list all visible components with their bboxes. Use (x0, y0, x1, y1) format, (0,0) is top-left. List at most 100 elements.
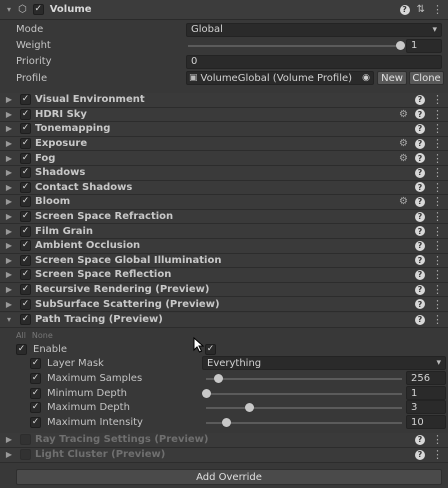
more-options-icon[interactable]: ⋮ (432, 195, 443, 208)
weight-slider-thumb[interactable] (396, 41, 405, 50)
maximum-intensity-override-checkbox[interactable]: ✓ (30, 417, 41, 428)
foldout-collapsed-icon[interactable]: ▶ (4, 110, 14, 119)
maximum-samples-override-checkbox[interactable]: ✓ (30, 373, 41, 384)
maximum-samples-slider-thumb[interactable] (213, 374, 223, 383)
help-icon[interactable]: ? (415, 94, 425, 105)
more-options-icon[interactable]: ⋮ (432, 283, 443, 296)
override-enabled-checkbox[interactable]: ✓ (20, 254, 31, 266)
override-item-8[interactable]: ▶ ✓ Screen Space Refraction? ⋮ (0, 209, 448, 225)
maximum-depth-field[interactable]: 3 (406, 400, 446, 414)
minimum-depth-field[interactable]: 1 (406, 386, 446, 400)
more-options-icon[interactable]: ⋮ (432, 433, 443, 446)
help-icon[interactable]: ? (415, 138, 425, 149)
more-options-icon[interactable]: ⋮ (432, 448, 443, 461)
foldout-collapsed-icon[interactable]: ▶ (4, 300, 14, 309)
more-options-icon[interactable]: ⋮ (432, 93, 443, 106)
more-options-icon[interactable]: ⋮ (432, 166, 443, 179)
more-options-icon[interactable]: ⋮ (432, 122, 443, 135)
override-enabled-checkbox[interactable]: ✓ (20, 94, 31, 106)
help-icon[interactable]: ? (415, 284, 425, 295)
more-options-icon[interactable]: ⋮ (432, 210, 443, 223)
foldout-collapsed-icon[interactable]: ▶ (4, 435, 14, 444)
gear-icon[interactable]: ⚙ (399, 109, 408, 120)
more-options-icon[interactable]: ⋮ (432, 137, 443, 150)
preset-icon[interactable]: ⇅ (417, 4, 425, 15)
override-enabled-checkbox[interactable]: ✓ (20, 108, 31, 120)
help-icon[interactable]: ? (415, 153, 425, 164)
override-enabled-checkbox[interactable]: ✓ (20, 434, 31, 446)
gear-icon[interactable]: ⚙ (399, 138, 408, 149)
more-options-icon[interactable]: ⋮ (432, 239, 443, 252)
override-enabled-checkbox[interactable]: ✓ (20, 196, 31, 208)
override-item-14[interactable]: ▶ ✓ SubSurface Scattering (Preview)? ⋮ (0, 297, 448, 312)
foldout-collapsed-icon[interactable]: ▶ (4, 124, 14, 133)
clone-profile-button[interactable]: Clone (409, 71, 444, 85)
maximum-samples-field[interactable]: 256 (406, 371, 446, 385)
help-icon[interactable]: ? (415, 196, 425, 207)
foldout-collapsed-icon[interactable]: ▶ (4, 241, 14, 250)
override-item-0[interactable]: ▶ ✓ Visual Environment? ⋮ (0, 93, 448, 108)
help-icon[interactable]: ? (415, 449, 425, 460)
foldout-collapsed-icon[interactable]: ▶ (4, 183, 14, 192)
foldout-collapsed-icon[interactable]: ▶ (4, 256, 14, 265)
weight-field[interactable]: 1 (406, 38, 442, 53)
mode-dropdown[interactable]: Global (186, 22, 442, 37)
foldout-collapsed-icon[interactable]: ▶ (4, 197, 14, 206)
help-icon[interactable]: ? (415, 226, 425, 237)
override-enabled-checkbox[interactable]: ✓ (20, 240, 31, 252)
help-icon[interactable]: ? (415, 240, 425, 251)
maximum-depth-override-checkbox[interactable]: ✓ (30, 402, 41, 413)
override-disabled-0[interactable]: ▶ ✓ Ray Tracing Settings (Preview)? ⋮ (0, 433, 448, 448)
more-options-icon[interactable]: ⋮ (432, 313, 443, 326)
more-options-icon[interactable]: ⋮ (432, 181, 443, 194)
none-link[interactable]: None (32, 331, 53, 340)
more-options-icon[interactable]: ⋮ (432, 3, 443, 16)
help-icon[interactable]: ? (415, 269, 425, 280)
override-enabled-checkbox[interactable]: ✓ (20, 152, 31, 164)
override-enabled-checkbox[interactable]: ✓ (20, 314, 31, 326)
foldout-collapsed-icon[interactable]: ▶ (4, 168, 14, 177)
override-enabled-checkbox[interactable]: ✓ (20, 181, 31, 193)
more-options-icon[interactable]: ⋮ (432, 268, 443, 281)
help-icon[interactable]: ? (399, 4, 410, 15)
override-item-7[interactable]: ▶ ✓ Bloom ⚙? ⋮ (0, 195, 448, 210)
help-icon[interactable]: ? (415, 211, 425, 222)
more-options-icon[interactable]: ⋮ (432, 225, 443, 238)
override-item-4[interactable]: ▶ ✓ Fog ⚙? ⋮ (0, 151, 448, 166)
foldout-collapsed-icon[interactable]: ▶ (4, 450, 14, 459)
minimum-depth-override-checkbox[interactable]: ✓ (30, 388, 41, 399)
maximum-intensity-slider-thumb[interactable] (221, 418, 231, 427)
gear-icon[interactable]: ⚙ (399, 153, 408, 164)
priority-field[interactable]: 0 (186, 54, 442, 69)
override-item-6[interactable]: ▶ ✓ Contact Shadows? ⋮ (0, 180, 448, 196)
help-icon[interactable]: ? (415, 109, 425, 120)
foldout-expanded-icon[interactable]: ▾ (4, 315, 14, 324)
override-enabled-checkbox[interactable]: ✓ (20, 284, 31, 296)
enable-override-checkbox[interactable]: ✓ (16, 344, 27, 355)
help-icon[interactable]: ? (415, 314, 425, 325)
help-icon[interactable]: ? (415, 299, 425, 310)
foldout-collapsed-icon[interactable]: ▶ (4, 212, 14, 221)
override-item-13[interactable]: ▶ ✓ Recursive Rendering (Preview)? ⋮ (0, 282, 448, 298)
new-profile-button[interactable]: New (377, 71, 407, 85)
override-item-10[interactable]: ▶ ✓ Ambient Occlusion? ⋮ (0, 239, 448, 254)
override-enabled-checkbox[interactable]: ✓ (20, 269, 31, 281)
maximum-depth-slider[interactable] (206, 403, 402, 412)
layer-mask-dropdown[interactable]: Everything (202, 356, 446, 370)
maximum-samples-slider[interactable] (206, 374, 402, 383)
foldout-collapsed-icon[interactable]: ▶ (4, 154, 14, 163)
help-icon[interactable]: ? (415, 255, 425, 266)
minimum-depth-slider-thumb[interactable] (202, 389, 211, 398)
foldout-collapsed-icon[interactable]: ▶ (4, 270, 14, 279)
override-enabled-checkbox[interactable]: ✓ (20, 211, 31, 223)
help-icon[interactable]: ? (415, 167, 425, 178)
layer-mask-override-checkbox[interactable]: ✓ (30, 358, 41, 369)
foldout-collapsed-icon[interactable]: ▶ (4, 227, 14, 236)
maximum-intensity-field[interactable]: 10 (406, 415, 446, 429)
override-enabled-checkbox[interactable]: ✓ (20, 449, 31, 461)
override-item-3[interactable]: ▶ ✓ Exposure ⚙? ⋮ (0, 136, 448, 152)
enable-value-checkbox[interactable]: ✓ (205, 344, 216, 355)
help-icon[interactable]: ? (415, 123, 425, 134)
more-options-icon[interactable]: ⋮ (432, 108, 443, 121)
foldout-arrow-icon[interactable]: ▾ (4, 5, 14, 14)
